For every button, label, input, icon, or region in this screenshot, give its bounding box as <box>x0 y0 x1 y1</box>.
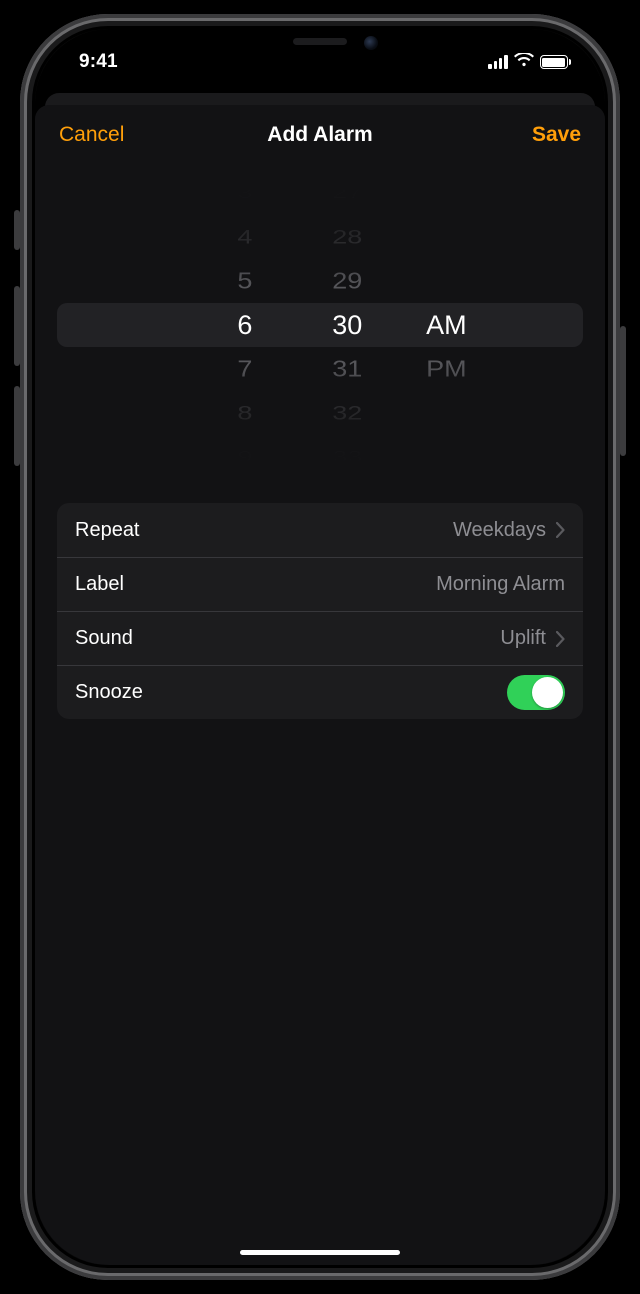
hour-option[interactable]: 3 <box>57 180 288 206</box>
front-camera <box>364 36 378 50</box>
cancel-button[interactable]: Cancel <box>57 117 126 153</box>
sound-label: Sound <box>75 627 500 650</box>
hour-picker[interactable]: 2345678910 <box>57 175 288 475</box>
nav-bar: Add Alarm Cancel Save <box>35 105 605 165</box>
speaker-grille <box>293 38 347 45</box>
ampm-option[interactable]: AM <box>404 303 583 347</box>
label-row[interactable]: Label Morning Alarm <box>57 557 583 611</box>
ampm-option[interactable]: PM <box>404 350 583 388</box>
repeat-label: Repeat <box>75 519 453 542</box>
minute-option[interactable]: 27 <box>288 180 404 206</box>
add-alarm-sheet: Add Alarm Cancel Save 2345678910 2627282… <box>35 105 605 1265</box>
repeat-row[interactable]: Repeat Weekdays <box>57 503 583 557</box>
minute-option[interactable]: 28 <box>288 221 404 253</box>
battery-icon <box>540 55 572 69</box>
alarm-settings-list: Repeat Weekdays Label Morning Alarm Soun… <box>57 503 583 719</box>
snooze-toggle[interactable] <box>507 675 565 710</box>
hour-option[interactable]: 8 <box>57 397 288 429</box>
sound-row[interactable]: Sound Uplift <box>57 611 583 665</box>
phone-frame: 9:41 <box>20 14 620 1280</box>
notch <box>220 28 420 64</box>
minute-option[interactable]: 31 <box>288 350 404 388</box>
hour-option[interactable]: 4 <box>57 221 288 253</box>
status-right <box>488 53 571 72</box>
home-indicator[interactable] <box>240 1250 400 1256</box>
screen: 9:41 <box>35 29 605 1265</box>
chevron-right-icon <box>556 631 565 647</box>
wifi-icon <box>514 53 534 72</box>
hour-option[interactable]: 6 <box>57 303 288 347</box>
label-label: Label <box>75 573 436 596</box>
chevron-right-icon <box>556 522 565 538</box>
minute-picker[interactable]: 262728293031323334 <box>288 175 404 475</box>
snooze-row: Snooze <box>57 665 583 719</box>
minute-option[interactable]: 29 <box>288 262 404 300</box>
save-button[interactable]: Save <box>530 117 583 153</box>
minute-option[interactable]: 30 <box>288 303 404 347</box>
power-button[interactable] <box>620 326 626 456</box>
hour-option[interactable]: 5 <box>57 262 288 300</box>
toggle-thumb <box>532 677 563 708</box>
snooze-label: Snooze <box>75 681 507 704</box>
sound-value: Uplift <box>500 627 546 650</box>
repeat-value: Weekdays <box>453 519 546 542</box>
hour-option[interactable]: 9 <box>57 444 288 470</box>
cellular-icon <box>488 55 507 69</box>
label-value: Morning Alarm <box>436 573 565 596</box>
minute-option[interactable]: 33 <box>288 444 404 470</box>
ampm-picker[interactable]: AMPM <box>404 175 583 475</box>
time-picker[interactable]: 2345678910 262728293031323334 AMPM <box>57 175 583 475</box>
hour-option[interactable]: 7 <box>57 350 288 388</box>
minute-option[interactable]: 32 <box>288 397 404 429</box>
